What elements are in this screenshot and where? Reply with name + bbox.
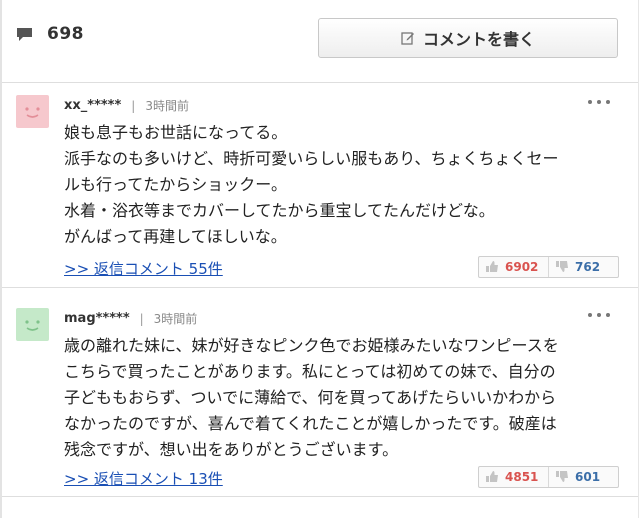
comment-body: 歳の離れた妹に、妹が好きなピンク色でお姫様みたいなワンピースを こちらで買ったこ… (64, 333, 624, 463)
like-count: 4851 (505, 470, 539, 484)
speech-bubble-icon (16, 27, 33, 42)
dislike-button[interactable]: 601 (548, 467, 618, 487)
thumbs-down-icon (555, 258, 569, 277)
more-dots-icon[interactable] (588, 310, 610, 320)
comment-meta: xx_***** | 3時間前 (64, 97, 189, 114)
comment-body: 娘も息子もお世話になってる。 派手なのも多いけど、時折可愛いらしい服もあり、ちょ… (64, 120, 624, 250)
like-button[interactable]: 4851 (479, 467, 548, 487)
comment-line: 水着・浴衣等までカバーしてたから重宝してたんだけどな。 (64, 201, 495, 220)
comment-meta: mag***** | 3時間前 (64, 310, 197, 327)
thumbs-up-icon (485, 468, 499, 487)
comment-line: がんばって再建してほしいな。 (64, 227, 287, 246)
thumbs-down-icon (555, 468, 569, 487)
comment-header: 698 コメントを書く (2, 0, 638, 83)
meta-separator: | (131, 98, 136, 113)
vote-box: 4851 601 (478, 466, 619, 488)
pencil-icon (401, 31, 415, 45)
comment-line: 子どももおらず、ついでに薄給で、何を買ってあげたらいいかわから (64, 388, 557, 407)
comment-line: 残念ですが、想い出をありがとうございます。 (64, 440, 399, 459)
comment-divider (2, 288, 638, 295)
reply-comments-link[interactable]: >> 返信コメント 13件 (64, 468, 223, 489)
next-comment-peek (2, 500, 638, 518)
comment-username[interactable]: xx_***** (64, 98, 121, 113)
right-border (638, 0, 639, 518)
meta-separator: | (139, 311, 144, 326)
vote-box: 6902 762 (478, 256, 619, 278)
dislike-count: 601 (575, 470, 601, 484)
write-comment-button[interactable]: コメントを書く (318, 18, 618, 58)
comment-line: 歳の離れた妹に、妹が好きなピンク色でお姫様みたいなワンピースを (64, 336, 559, 355)
comment-username[interactable]: mag***** (64, 311, 130, 326)
comment-item: xx_***** | 3時間前 娘も息子もお世話になってる。 派手なのも多いけど… (2, 83, 638, 288)
like-button[interactable]: 6902 (479, 257, 548, 277)
comment-time: 3時間前 (145, 99, 189, 113)
thumbs-up-icon (485, 258, 499, 277)
comment-line: なかったのですが、喜んで着てくれたことが嬉しかったです。破産は (64, 414, 557, 433)
comment-count: 698 (16, 24, 84, 44)
avatar (16, 308, 49, 341)
dislike-count: 762 (575, 260, 601, 274)
comment-line: 娘も息子もお世話になってる。 (64, 123, 288, 142)
comment-count-value: 698 (47, 24, 84, 44)
like-count: 6902 (505, 260, 539, 274)
more-dots-icon[interactable] (588, 97, 610, 107)
comment-line: こちらで買ったことがあります。私にとっては初めての妹で、自分の (64, 362, 556, 381)
dislike-button[interactable]: 762 (548, 257, 618, 277)
comment-line: ルも行ってたからショックー。 (64, 175, 288, 194)
reply-comments-link[interactable]: >> 返信コメント 55件 (64, 258, 223, 279)
comment-line: 派手なのも多いけど、時折可愛いらしい服もあり、ちょくちょくセー (64, 149, 559, 168)
comment-item: mag***** | 3時間前 歳の離れた妹に、妹が好きなピンク色でお姫様みたい… (2, 296, 638, 497)
write-comment-label: コメントを書く (422, 30, 535, 49)
comment-time: 3時間前 (153, 312, 198, 326)
avatar (16, 95, 49, 128)
